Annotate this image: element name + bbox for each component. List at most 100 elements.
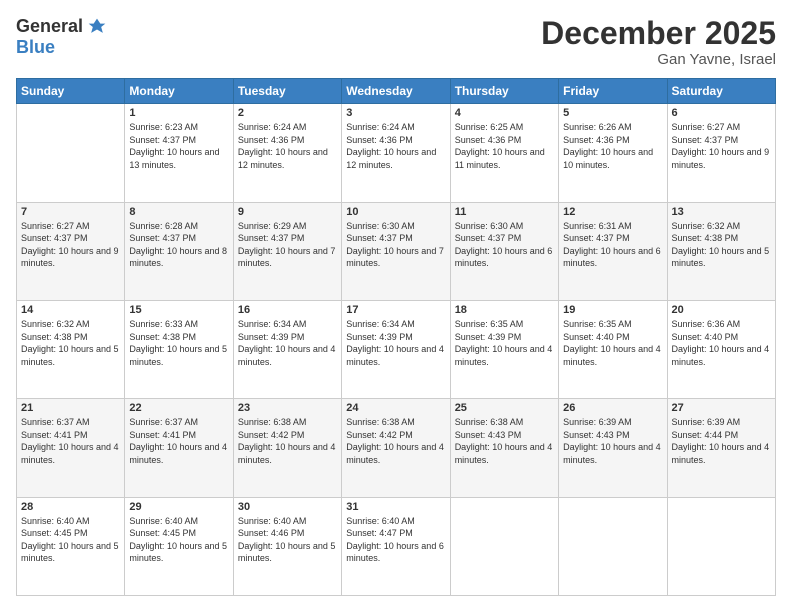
cell-content: Sunrise: 6:37 AM Sunset: 4:41 PM Dayligh… [21, 416, 120, 466]
cell-content: Sunrise: 6:25 AM Sunset: 4:36 PM Dayligh… [455, 121, 554, 171]
cell-content: Sunrise: 6:31 AM Sunset: 4:37 PM Dayligh… [563, 220, 662, 270]
calendar-cell [17, 104, 125, 202]
calendar-cell: 14Sunrise: 6:32 AM Sunset: 4:38 PM Dayli… [17, 300, 125, 398]
calendar-cell: 26 Sunrise: 6:39 AM Sunset: 4:43 PM Dayli… [559, 399, 667, 497]
cell-content: Sunrise: 6:29 AM Sunset: 4:37 PM Dayligh… [238, 220, 337, 270]
day-number: 10 [346, 206, 445, 218]
weekday-header: Sunday [17, 79, 125, 104]
day-number: 3 [346, 107, 445, 119]
day-number: 8 [129, 206, 228, 218]
calendar-cell: 17 Sunrise: 6:34 AM Sunset: 4:39 PM Dayli… [342, 300, 450, 398]
day-number: 5 [563, 107, 662, 119]
calendar-cell: 5 Sunrise: 6:26 AM Sunset: 4:36 PM Daylig… [559, 104, 667, 202]
calendar-cell: 2 Sunrise: 6:24 AM Sunset: 4:36 PM Daylig… [233, 104, 341, 202]
day-number: 30 [238, 501, 337, 513]
weekday-header: Saturday [667, 79, 775, 104]
calendar-cell: 25 Sunrise: 6:38 AM Sunset: 4:43 PM Dayli… [450, 399, 558, 497]
cell-content: Sunrise: 6:33 AM Sunset: 4:38 PM Dayligh… [129, 318, 228, 368]
logo-icon [87, 17, 107, 37]
cell-content: Sunrise: 6:38 AM Sunset: 4:42 PM Dayligh… [346, 416, 445, 466]
calendar-cell: 18Sunrise: 6:35 AM Sunset: 4:39 PM Dayli… [450, 300, 558, 398]
day-number: 21 [21, 402, 120, 414]
day-number: 23 [238, 402, 337, 414]
day-number: 18 [455, 304, 554, 316]
cell-content: Sunrise: 6:40 AM Sunset: 4:47 PM Dayligh… [346, 515, 445, 565]
calendar-cell: 6 Sunrise: 6:27 AM Sunset: 4:37 PM Daylig… [667, 104, 775, 202]
calendar-cell: 30 Sunrise: 6:40 AM Sunset: 4:46 PM Dayli… [233, 497, 341, 595]
cell-content: Sunrise: 6:35 AM Sunset: 4:40 PM Dayligh… [563, 318, 662, 368]
calendar-cell: 4 Sunrise: 6:25 AM Sunset: 4:36 PM Daylig… [450, 104, 558, 202]
day-number: 22 [129, 402, 228, 414]
cell-content: Sunrise: 6:30 AM Sunset: 4:37 PM Dayligh… [455, 220, 554, 270]
calendar-cell: 16Sunrise: 6:34 AM Sunset: 4:39 PM Dayli… [233, 300, 341, 398]
day-number: 25 [455, 402, 554, 414]
calendar-cell: 20 Sunrise: 6:36 AM Sunset: 4:40 PM Dayli… [667, 300, 775, 398]
day-number: 9 [238, 206, 337, 218]
calendar-cell: 13 Sunrise: 6:32 AM Sunset: 4:38 PM Dayli… [667, 202, 775, 300]
calendar-week-row: 21 Sunrise: 6:37 AM Sunset: 4:41 PM Dayli… [17, 399, 776, 497]
day-number: 13 [672, 206, 771, 218]
calendar-cell: 8 Sunrise: 6:28 AM Sunset: 4:37 PM Daylig… [125, 202, 233, 300]
cell-content: Sunrise: 6:40 AM Sunset: 4:46 PM Dayligh… [238, 515, 337, 565]
weekday-header: Tuesday [233, 79, 341, 104]
cell-content: Sunrise: 6:40 AM Sunset: 4:45 PM Dayligh… [129, 515, 228, 565]
calendar-cell: 19 Sunrise: 6:35 AM Sunset: 4:40 PM Dayli… [559, 300, 667, 398]
cell-content: Sunrise: 6:30 AM Sunset: 4:37 PM Dayligh… [346, 220, 445, 270]
calendar-cell: 24Sunrise: 6:38 AM Sunset: 4:42 PM Dayli… [342, 399, 450, 497]
day-number: 16 [238, 304, 337, 316]
cell-content: Sunrise: 6:27 AM Sunset: 4:37 PM Dayligh… [21, 220, 120, 270]
calendar-cell: 1 Sunrise: 6:23 AM Sunset: 4:37 PM Daylig… [125, 104, 233, 202]
calendar-week-row: 1 Sunrise: 6:23 AM Sunset: 4:37 PM Daylig… [17, 104, 776, 202]
cell-content: Sunrise: 6:23 AM Sunset: 4:37 PM Dayligh… [129, 121, 228, 171]
header: General Blue December 2025 Gan Yavne, Is… [16, 16, 776, 68]
cell-content: Sunrise: 6:39 AM Sunset: 4:44 PM Dayligh… [672, 416, 771, 466]
cell-content: Sunrise: 6:40 AM Sunset: 4:45 PM Dayligh… [21, 515, 120, 565]
calendar-cell: 15 Sunrise: 6:33 AM Sunset: 4:38 PM Dayli… [125, 300, 233, 398]
calendar-week-row: 7 Sunrise: 6:27 AM Sunset: 4:37 PM Daylig… [17, 202, 776, 300]
cell-content: Sunrise: 6:24 AM Sunset: 4:36 PM Dayligh… [238, 121, 337, 171]
logo-general-text: General [16, 16, 83, 37]
calendar-cell: 3 Sunrise: 6:24 AM Sunset: 4:36 PM Daylig… [342, 104, 450, 202]
calendar-cell: 10 Sunrise: 6:30 AM Sunset: 4:37 PM Dayli… [342, 202, 450, 300]
day-number: 27 [672, 402, 771, 414]
title-block: December 2025 Gan Yavne, Israel [541, 16, 776, 68]
cell-content: Sunrise: 6:24 AM Sunset: 4:36 PM Dayligh… [346, 121, 445, 171]
weekday-header: Monday [125, 79, 233, 104]
cell-content: Sunrise: 6:38 AM Sunset: 4:43 PM Dayligh… [455, 416, 554, 466]
calendar-cell [667, 497, 775, 595]
day-number: 15 [129, 304, 228, 316]
weekday-header: Friday [559, 79, 667, 104]
cell-content: Sunrise: 6:39 AM Sunset: 4:43 PM Dayligh… [563, 416, 662, 466]
day-number: 20 [672, 304, 771, 316]
cell-content: Sunrise: 6:37 AM Sunset: 4:41 PM Dayligh… [129, 416, 228, 466]
calendar-header-row: SundayMondayTuesdayWednesdayThursdayFrid… [17, 79, 776, 104]
calendar-cell: 27 Sunrise: 6:39 AM Sunset: 4:44 PM Dayli… [667, 399, 775, 497]
cell-content: Sunrise: 6:32 AM Sunset: 4:38 PM Dayligh… [672, 220, 771, 270]
day-number: 1 [129, 107, 228, 119]
logo-blue-text: Blue [16, 37, 55, 58]
weekday-header: Wednesday [342, 79, 450, 104]
calendar-cell: 22 Sunrise: 6:37 AM Sunset: 4:41 PM Dayli… [125, 399, 233, 497]
day-number: 2 [238, 107, 337, 119]
day-number: 6 [672, 107, 771, 119]
day-number: 17 [346, 304, 445, 316]
day-number: 4 [455, 107, 554, 119]
location-title: Gan Yavne, Israel [541, 51, 776, 68]
day-number: 7 [21, 206, 120, 218]
calendar-cell [559, 497, 667, 595]
calendar-cell: 9 Sunrise: 6:29 AM Sunset: 4:37 PM Daylig… [233, 202, 341, 300]
day-number: 19 [563, 304, 662, 316]
cell-content: Sunrise: 6:26 AM Sunset: 4:36 PM Dayligh… [563, 121, 662, 171]
calendar-cell [450, 497, 558, 595]
cell-content: Sunrise: 6:28 AM Sunset: 4:37 PM Dayligh… [129, 220, 228, 270]
day-number: 26 [563, 402, 662, 414]
day-number: 29 [129, 501, 228, 513]
cell-content: Sunrise: 6:27 AM Sunset: 4:37 PM Dayligh… [672, 121, 771, 171]
day-number: 11 [455, 206, 554, 218]
cell-content: Sunrise: 6:34 AM Sunset: 4:39 PM Dayligh… [346, 318, 445, 368]
day-number: 28 [21, 501, 120, 513]
logo: General Blue [16, 16, 107, 58]
cell-content: Sunrise: 6:36 AM Sunset: 4:40 PM Dayligh… [672, 318, 771, 368]
month-title: December 2025 [541, 16, 776, 51]
day-number: 12 [563, 206, 662, 218]
